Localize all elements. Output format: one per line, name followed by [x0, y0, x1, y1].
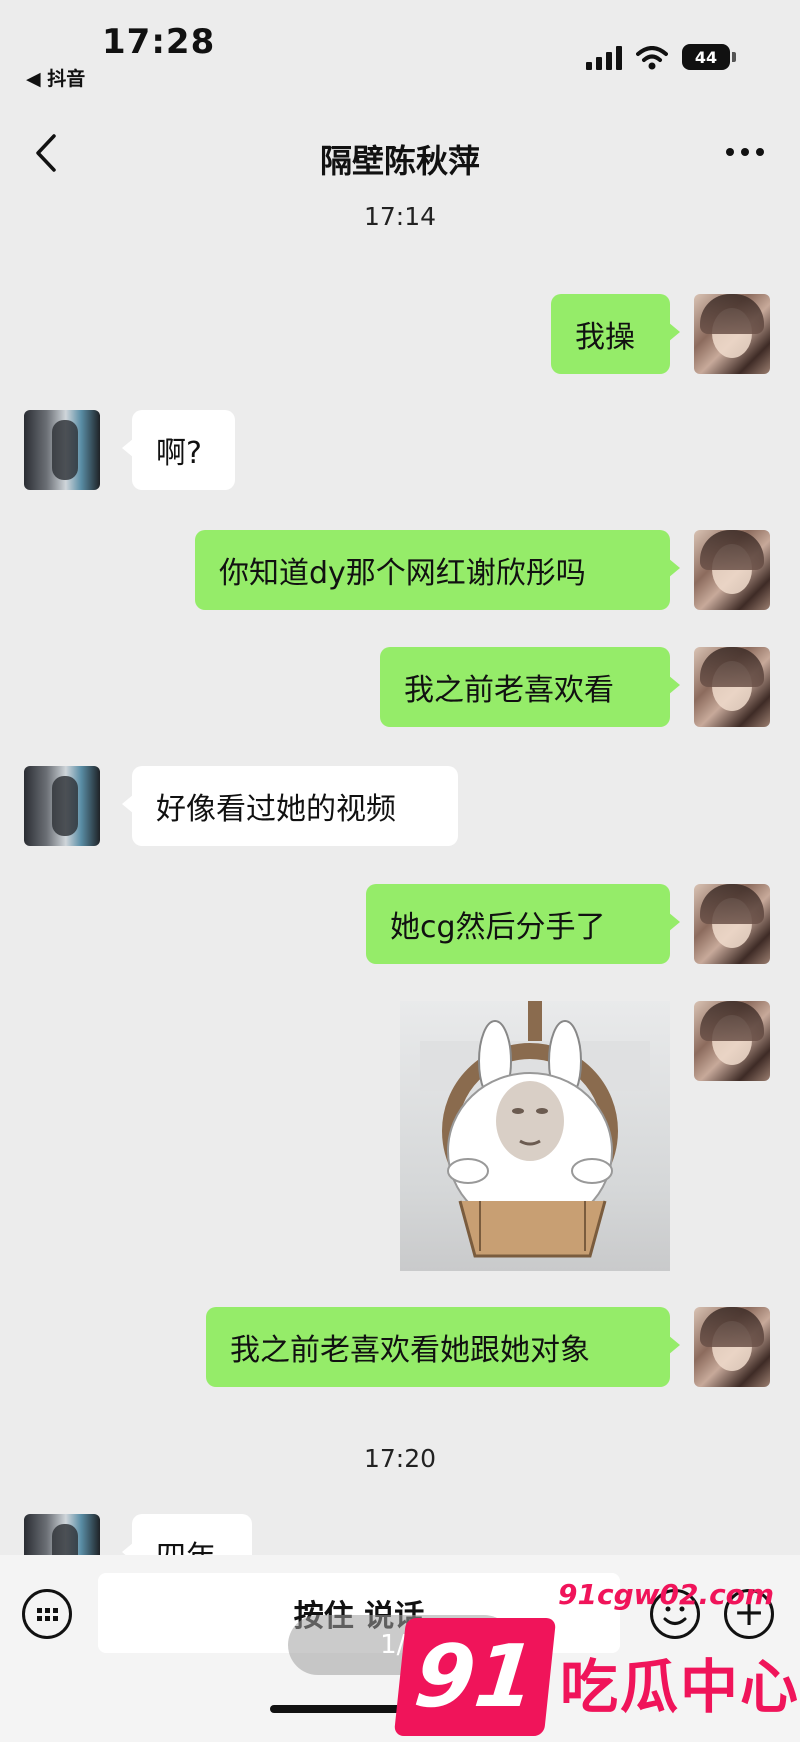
- my-avatar[interactable]: [694, 1307, 770, 1387]
- watermark-url: 91cgw02.com: [558, 1578, 775, 1611]
- message-bubble-received[interactable]: 四年: [122, 1514, 252, 1555]
- rabbit-sticker-image[interactable]: [400, 1001, 670, 1271]
- message-bubble-sent[interactable]: 我之前老喜欢看她跟她对象: [206, 1307, 680, 1387]
- message-timestamp: 17:14: [363, 202, 437, 231]
- status-time: 17:28: [102, 22, 216, 62]
- message-bubble-received[interactable]: 好像看过她的视频: [122, 766, 458, 846]
- status-icons: 44: [586, 44, 736, 70]
- my-avatar[interactable]: [694, 530, 770, 610]
- watermark-name: 吃瓜中心: [560, 1653, 800, 1721]
- cellular-signal-icon: [586, 46, 622, 70]
- message-bubble-sent[interactable]: 我操: [551, 294, 680, 374]
- message-timestamp: 17:20: [363, 1444, 437, 1473]
- wifi-icon: [636, 46, 668, 70]
- contact-avatar[interactable]: [24, 1514, 100, 1555]
- battery-icon: 44: [682, 44, 736, 70]
- back-to-app-link[interactable]: ◀ 抖音: [26, 64, 85, 91]
- contact-avatar[interactable]: [24, 766, 100, 846]
- keyboard-toggle-icon[interactable]: [22, 1589, 72, 1639]
- message-bubble-sent[interactable]: 你知道dy那个网红谢欣彤吗: [195, 530, 680, 610]
- my-avatar[interactable]: [694, 884, 770, 964]
- rabbit-swing-icon: [420, 1001, 650, 1258]
- status-bar: 17:28 ◀ 抖音 44: [0, 0, 800, 110]
- watermark-logo: 91: [393, 1618, 557, 1736]
- more-options-icon[interactable]: [726, 148, 764, 156]
- message-bubble-received[interactable]: 啊?: [122, 410, 235, 490]
- message-bubble-sent[interactable]: 她cg然后分手了: [366, 884, 680, 964]
- my-avatar[interactable]: [694, 294, 770, 374]
- my-avatar[interactable]: [694, 1001, 770, 1081]
- message-bubble-sent[interactable]: 我之前老喜欢看: [380, 647, 680, 727]
- contact-avatar[interactable]: [24, 410, 100, 490]
- chat-message-list[interactable]: 17:14 我操 啊? 你知道dy那个网红谢欣彤吗 我之前老喜欢看 好像看过她的…: [0, 200, 800, 1555]
- chat-header: 隔壁陈秋萍: [0, 110, 800, 200]
- chat-title: 隔壁陈秋萍: [319, 142, 480, 180]
- my-avatar[interactable]: [694, 647, 770, 727]
